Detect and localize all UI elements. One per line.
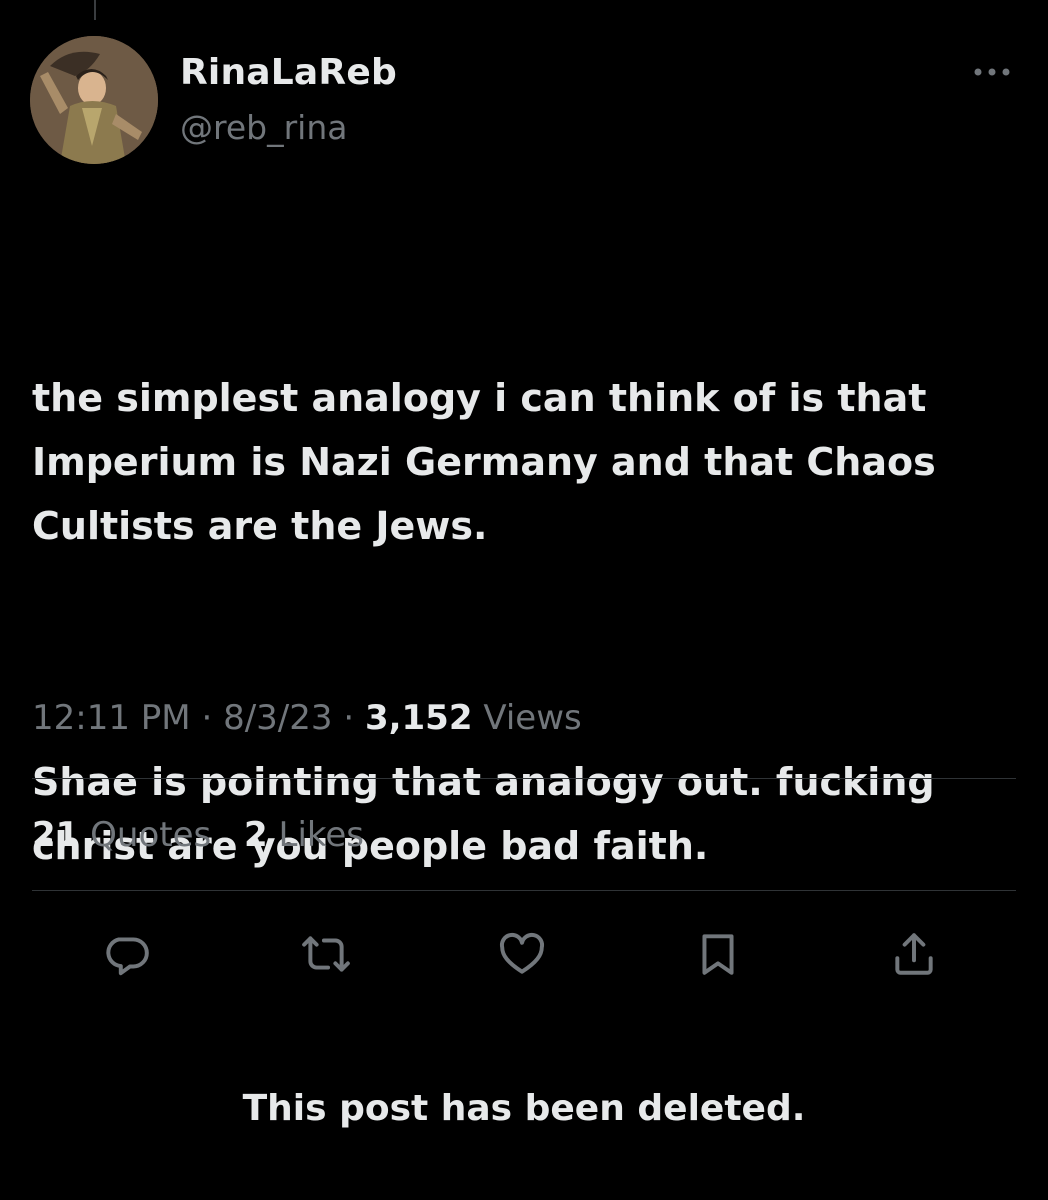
tweet-date[interactable]: 8/3/23 <box>223 698 332 738</box>
user-handle[interactable]: @reb_rina <box>180 108 347 147</box>
avatar-illustration <box>30 36 158 164</box>
tweet-paragraph: the simplest analogy i can think of is t… <box>32 376 949 548</box>
reply-button[interactable] <box>98 926 154 982</box>
share-icon <box>895 933 933 975</box>
quotes-count: 21 <box>32 815 80 855</box>
display-name[interactable]: RinaLaReb <box>180 52 397 93</box>
reply-icon <box>106 937 149 976</box>
more-options-button[interactable] <box>968 58 1016 86</box>
more-dots-icon <box>974 68 1010 76</box>
retweet-icon <box>302 936 350 972</box>
likes-count: 2 <box>244 815 268 855</box>
bookmark-button[interactable] <box>690 926 746 982</box>
share-button[interactable] <box>886 926 942 982</box>
bookmark-icon <box>702 934 734 975</box>
tweet-time[interactable]: 12:11 PM <box>32 698 191 738</box>
engagement-stats: 21 Quotes 2 Likes <box>32 815 386 855</box>
heart-icon <box>499 932 545 974</box>
meta-separator: · <box>343 698 355 738</box>
divider <box>32 890 1016 891</box>
thread-connector-line <box>94 0 96 20</box>
action-bar <box>0 926 1048 982</box>
meta-separator: · <box>201 698 213 738</box>
deleted-post-notice: This post has been deleted. <box>242 1088 806 1129</box>
views-count: 3,152 <box>364 698 473 738</box>
divider <box>32 778 1016 779</box>
like-button[interactable] <box>494 926 550 982</box>
retweet-button[interactable] <box>298 926 354 982</box>
tweet-meta: 12:11 PM · 8/3/23 · 3,152 Views <box>32 698 582 738</box>
views-label: Views <box>483 698 582 738</box>
likes-label: Likes <box>278 815 365 855</box>
quotes-label: Quotes <box>90 815 212 855</box>
quotes-stat[interactable]: 21 Quotes <box>32 815 211 855</box>
likes-stat[interactable]: 2 Likes <box>244 815 364 855</box>
tweet-paragraph: Shae is pointing that analogy out. fucki… <box>32 760 948 868</box>
avatar[interactable] <box>30 36 158 164</box>
